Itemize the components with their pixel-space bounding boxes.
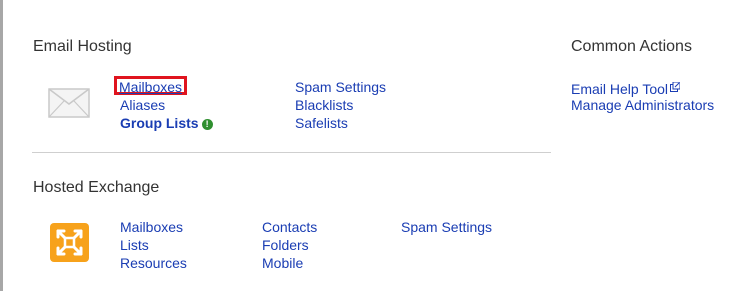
eh-spam-settings-link[interactable]: Spam Settings <box>295 79 386 95</box>
hx-spam-settings-link[interactable]: Spam Settings <box>401 219 492 235</box>
left-border <box>0 0 3 291</box>
eh-group-lists-link[interactable]: Group Lists! <box>120 115 213 131</box>
hx-resources-link[interactable]: Resources <box>120 255 187 271</box>
hx-mailboxes-link[interactable]: Mailboxes <box>120 219 183 235</box>
email-help-tool-label: Email Help Tool <box>571 81 669 97</box>
hx-contacts-link[interactable]: Contacts <box>262 219 317 235</box>
eh-aliases-link[interactable]: Aliases <box>120 97 165 113</box>
group-lists-label: Group Lists <box>120 115 199 131</box>
manage-administrators-link[interactable]: Manage Administrators <box>571 97 714 113</box>
eh-blacklists-link[interactable]: Blacklists <box>295 97 353 113</box>
envelope-icon <box>48 88 90 123</box>
external-link-icon <box>670 79 681 95</box>
section-divider <box>32 152 551 153</box>
eh-mailboxes-link[interactable]: Mailboxes <box>119 79 182 95</box>
hx-mobile-link[interactable]: Mobile <box>262 255 303 271</box>
eh-safelists-link[interactable]: Safelists <box>295 115 348 131</box>
common-actions-title: Common Actions <box>571 38 692 55</box>
info-icon: ! <box>201 119 213 130</box>
exchange-icon <box>50 223 89 267</box>
hx-lists-link[interactable]: Lists <box>120 237 149 253</box>
hosted-exchange-title: Hosted Exchange <box>33 179 160 196</box>
email-hosting-title: Email Hosting <box>33 38 132 55</box>
email-help-tool-link[interactable]: Email Help Tool <box>571 79 681 97</box>
hx-folders-link[interactable]: Folders <box>262 237 309 253</box>
